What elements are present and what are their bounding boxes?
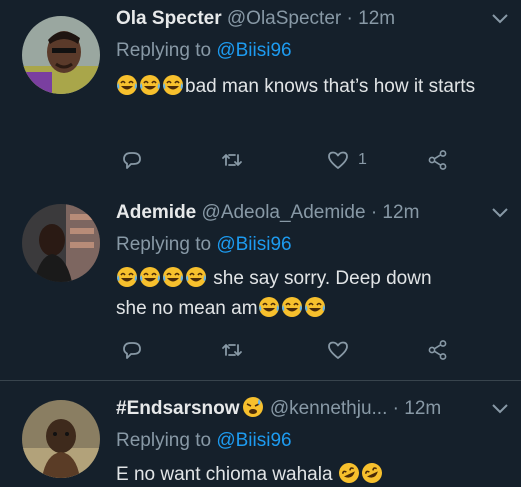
timestamp[interactable]: · 12m — [393, 398, 442, 419]
display-name[interactable]: Ola Specter — [116, 8, 222, 29]
replying-prefix: Replying to — [116, 40, 217, 61]
avatar-image — [22, 400, 100, 478]
like-button[interactable] — [326, 338, 358, 362]
tweet-text: E no want chioma wahala — [116, 460, 506, 487]
rolling-laughing-emoji — [338, 463, 359, 483]
chevron-down-icon[interactable] — [491, 206, 509, 220]
retweet-button[interactable] — [220, 148, 244, 172]
timestamp[interactable]: · 12m — [347, 8, 396, 29]
tweet-body-line1: she say sorry. Deep down — [213, 268, 432, 289]
reply-icon — [123, 342, 141, 359]
avatar[interactable] — [22, 204, 100, 282]
replying-to: Replying to @Biisi96 — [116, 232, 292, 258]
tweet-header: #Endsarsnow @kennethju... · 12m — [116, 396, 441, 422]
tears-of-joy-emoji — [163, 267, 183, 287]
avatar-image — [22, 16, 100, 94]
tears-of-joy-emoji — [140, 75, 160, 95]
heart-icon — [328, 341, 348, 359]
disappointed-relieved-emoji — [242, 397, 263, 417]
replying-to: Replying to @Biisi96 — [116, 38, 292, 64]
share-icon — [428, 340, 447, 360]
mention-link[interactable]: @Biisi96 — [216, 430, 291, 451]
replying-prefix: Replying to — [116, 430, 217, 451]
retweet-button[interactable] — [220, 338, 244, 362]
tweet-text: she say sorry. Deep down she no mean am — [116, 264, 506, 324]
user-handle[interactable]: @OlaSpecter — [227, 8, 341, 29]
tears-of-joy-emoji — [304, 297, 325, 317]
mention-link[interactable]: @Biisi96 — [216, 40, 291, 61]
tweet-text: bad man knows that’s how it starts — [116, 72, 506, 102]
share-button[interactable] — [426, 338, 450, 362]
tweet-header: Ola Specter @OlaSpecter · 12m — [116, 6, 395, 32]
heart-icon — [328, 151, 348, 169]
tweet-body: bad man knows that’s how it starts — [185, 76, 476, 97]
rolling-laughing-emoji — [361, 463, 382, 483]
reply-button[interactable] — [120, 338, 144, 362]
chevron-down-icon[interactable] — [491, 12, 509, 26]
tweet-ola-specter[interactable]: Ola Specter @OlaSpecter · 12m Replying t… — [0, 6, 521, 184]
user-handle[interactable]: @kennethju... — [270, 398, 388, 419]
display-name[interactable]: Ademide — [116, 202, 196, 223]
action-bar: 1 — [116, 148, 476, 172]
reply-icon — [123, 152, 141, 169]
avatar[interactable] — [22, 400, 100, 478]
tears-of-joy-emoji — [281, 297, 302, 317]
tears-of-joy-emoji — [258, 297, 279, 317]
mention-link[interactable]: @Biisi96 — [216, 234, 291, 255]
tweet-ademide[interactable]: Ademide @Adeola_Ademide · 12m Replying t… — [0, 200, 521, 372]
avatar[interactable] — [22, 16, 100, 94]
avatar-image — [22, 204, 100, 282]
user-handle[interactable]: @Adeola_Ademide — [202, 202, 366, 223]
display-name-text: #Endsarsnow — [116, 398, 240, 419]
share-icon — [428, 150, 447, 170]
action-bar — [116, 338, 476, 362]
reply-button[interactable] — [120, 148, 144, 172]
share-button[interactable] — [426, 148, 450, 172]
like-count: 1 — [358, 151, 367, 168]
replying-to: Replying to @Biisi96 — [116, 428, 292, 454]
tears-of-joy-emoji — [163, 75, 183, 95]
tears-of-joy-emoji — [117, 267, 137, 287]
tweet-body: E no want chioma wahala — [116, 464, 333, 485]
retweet-icon — [222, 344, 242, 356]
replying-prefix: Replying to — [116, 234, 217, 255]
like-button[interactable]: 1 — [326, 148, 367, 172]
tears-of-joy-emoji — [186, 267, 206, 287]
tweet-endsarsnow[interactable]: #Endsarsnow @kennethju... · 12m Replying… — [0, 396, 521, 487]
tears-of-joy-emoji — [140, 267, 160, 287]
tweet-divider — [0, 380, 521, 381]
timestamp[interactable]: · 12m — [371, 202, 420, 223]
tears-of-joy-emoji — [117, 75, 137, 95]
tweet-header: Ademide @Adeola_Ademide · 12m — [116, 200, 419, 226]
tweet-body-line2: she no mean am — [116, 298, 258, 319]
retweet-icon — [222, 154, 242, 166]
chevron-down-icon[interactable] — [491, 402, 509, 416]
display-name[interactable]: #Endsarsnow — [116, 397, 265, 419]
